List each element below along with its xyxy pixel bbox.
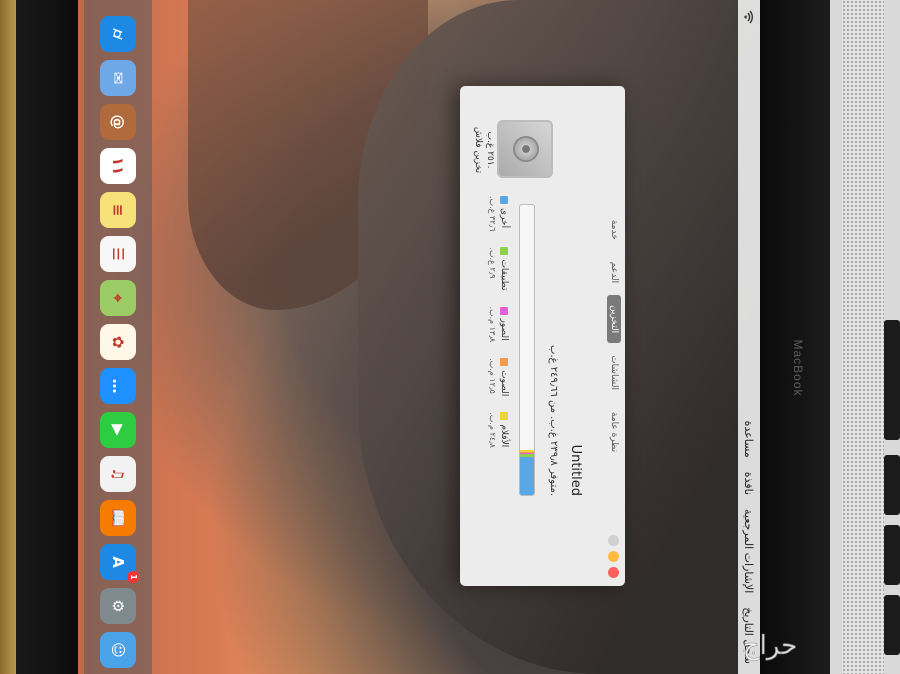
menu-help[interactable]: مساعدة xyxy=(743,421,756,458)
legend-swatch xyxy=(500,306,508,315)
storage-segment xyxy=(520,453,534,458)
dock-icon-glyph: A xyxy=(109,556,127,568)
legend-size: ١٢٫٥ م.ب. xyxy=(488,358,497,394)
screen-bezel-top xyxy=(16,0,78,674)
wifi-icon[interactable] xyxy=(744,10,755,24)
disk-type: تخزين فلاش xyxy=(473,126,483,174)
dock-icon-glyph: ☰ xyxy=(109,247,127,261)
keyboard-key xyxy=(884,525,900,585)
dock-icon-glyph: ✿ xyxy=(109,335,127,349)
dock-icon-glyph: @ xyxy=(109,114,127,130)
disk-capacity: ٢٥١ غ.ب. xyxy=(485,131,495,169)
rotated-desktop: سجل التاريخ الإشارات المرجعية نافذة مساع… xyxy=(78,0,760,674)
window-tabs: نظرة عامة الشاشات التخزين الدعم خدمة xyxy=(607,146,621,526)
system-preferences-icon[interactable]: ⚙ xyxy=(100,588,136,624)
menu-window[interactable]: نافذة xyxy=(743,472,756,495)
storage-usage-bar xyxy=(519,204,535,496)
storage-segment xyxy=(520,457,534,495)
keyboard-key xyxy=(884,455,900,515)
legend-size: ٣٢٫٦ غ.ب. xyxy=(488,196,497,232)
messages-icon[interactable]: … xyxy=(100,368,136,404)
safari-icon[interactable]: ⌭ xyxy=(100,16,136,52)
speaker-grille xyxy=(842,0,884,674)
legend-swatch xyxy=(500,196,508,204)
maps-icon[interactable]: ⌖ xyxy=(100,280,136,316)
legend-swatch xyxy=(500,358,508,367)
storage-segment xyxy=(520,450,534,452)
tab-service[interactable]: خدمة xyxy=(607,210,621,250)
legend-label: أخرى xyxy=(499,208,509,229)
ibooks-icon[interactable]: 📖 xyxy=(100,500,136,536)
legend-size: ٢٤٫٨ م.ب. xyxy=(488,412,497,448)
about-this-mac-window: نظرة عامة الشاشات التخزين الدعم خدمة ٢٥١… xyxy=(460,86,625,586)
storage-legend: أخرى ٣٢٫٦ غ.ب. تطبيقات ٢٫٩ غ.ب. الصور ١٣٫٨ م.… xyxy=(488,196,509,496)
itunes-icon[interactable]: ♫ xyxy=(100,456,136,492)
legend-label: تطبيقات xyxy=(499,259,509,291)
macbook-brand-label: MacBook xyxy=(791,339,805,397)
table-surface xyxy=(0,0,16,674)
minimize-button[interactable] xyxy=(608,551,619,562)
dock-icon-glyph: ⌖ xyxy=(109,293,127,303)
menu-bookmarks[interactable]: الإشارات المرجعية xyxy=(743,509,756,593)
dock: ☺ ⚙ A 1 📖 ♫ ▶ … ✿ ⌖ ☰ ≡ ١١ @ ✉ ⌭ xyxy=(84,0,152,674)
legend-label: الصور xyxy=(499,318,509,341)
legend-size: ٢٫٩ غ.ب. xyxy=(488,247,497,279)
storage-legend-item: الصور ١٣٫٨ م.ب. xyxy=(488,306,509,343)
dock-icon-glyph: … xyxy=(109,378,127,394)
tab-overview[interactable]: نظرة عامة xyxy=(607,402,621,462)
finder-icon[interactable]: ☺ xyxy=(100,632,136,668)
storage-legend-item: الأفلام ٢٤٫٨ م.ب. xyxy=(488,412,509,448)
notes-icon[interactable]: ≡ xyxy=(100,192,136,228)
tab-support[interactable]: الدعم xyxy=(607,252,621,293)
reminders-icon[interactable]: ☰ xyxy=(100,236,136,272)
dock-icon-glyph: ⌭ xyxy=(109,28,127,40)
menu-bar: سجل التاريخ الإشارات المرجعية نافذة مساع… xyxy=(738,0,760,674)
keyboard-key xyxy=(884,320,900,440)
storage-legend-item: أخرى ٣٢٫٦ غ.ب. xyxy=(488,196,509,231)
facetime-icon[interactable]: ▶ xyxy=(100,412,136,448)
notification-badge: 1 xyxy=(127,571,139,583)
calendar-icon[interactable]: ١١ xyxy=(100,148,136,184)
haraj-watermark: حراج xyxy=(742,631,797,662)
desktop-screen: سجل التاريخ الإشارات المرجعية نافذة مساع… xyxy=(78,0,760,674)
tab-storage[interactable]: التخزين xyxy=(607,295,621,344)
dock-icon-glyph: ✉ xyxy=(109,71,127,85)
zoom-button[interactable] xyxy=(608,535,619,546)
storage-legend-item: تطبيقات ٢٫٩ غ.ب. xyxy=(488,247,509,291)
keyboard-key xyxy=(884,595,900,655)
watermark-text: حراج xyxy=(743,631,797,661)
storage-panel: ٢٥١ غ.ب. تخزين فلاش Untitled متوفر ٢٣٩٫٨… xyxy=(460,86,595,586)
hard-disk-icon xyxy=(497,120,553,178)
status-area xyxy=(744,10,755,24)
legend-label: الصوت xyxy=(499,370,509,397)
dock-icon-glyph: 📖 xyxy=(109,508,127,528)
legend-swatch xyxy=(500,247,508,256)
dock-icon-glyph: ♫ xyxy=(109,467,127,481)
dock-icon-glyph: ١١ xyxy=(109,156,127,176)
dock-icon-glyph: ⚙ xyxy=(109,599,127,613)
legend-label: الأفلام xyxy=(499,424,509,448)
app-store-icon[interactable]: A1 xyxy=(100,544,139,583)
mail-icon[interactable]: ✉ xyxy=(100,60,136,96)
tab-displays[interactable]: الشاشات xyxy=(607,345,621,400)
dock-icon-glyph: ▶ xyxy=(109,424,127,436)
storage-segment xyxy=(520,451,534,453)
dock-icon-glyph: ☺ xyxy=(109,642,127,658)
storage-segment xyxy=(520,452,534,454)
legend-size: ١٣٫٨ م.ب. xyxy=(488,306,497,343)
legend-swatch xyxy=(500,412,508,421)
window-titlebar: نظرة عامة الشاشات التخزين الدعم خدمة xyxy=(603,86,625,586)
close-button[interactable] xyxy=(608,567,619,578)
dock-icon-glyph: ≡ xyxy=(109,203,127,217)
photos-icon[interactable]: ✿ xyxy=(100,324,136,360)
storage-legend-item: الصوت ١٢٫٥ م.ب. xyxy=(488,358,509,396)
disk-name: Untitled xyxy=(568,444,583,496)
contacts-icon[interactable]: @ xyxy=(100,104,136,140)
disk-availability: متوفر ٢٣٩٫٨ غ.ب. من ٢٤٩٫٦٦ غ.ب. xyxy=(548,344,559,496)
